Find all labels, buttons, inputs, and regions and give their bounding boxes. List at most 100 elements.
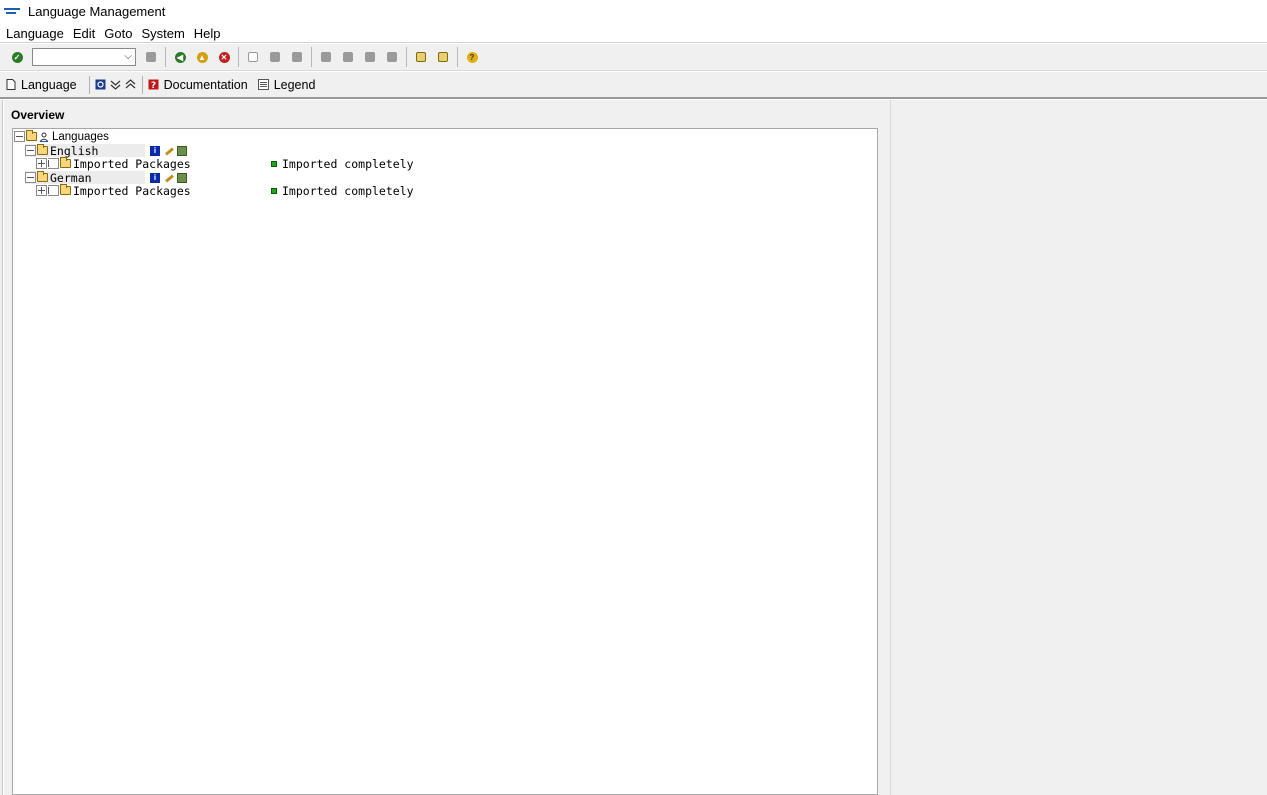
command-field[interactable]: ⌵ (32, 48, 136, 66)
details-icon[interactable] (177, 172, 187, 183)
language-name: German (50, 170, 92, 185)
title-bar: Language Management (0, 0, 1267, 23)
standard-toolbar: ✓ ⌵ ◀ ▲ ✕ ? (0, 44, 1267, 71)
previous-page-button[interactable] (339, 48, 357, 66)
chevron-down-icon: ⌵ (124, 51, 132, 62)
tree-node-english[interactable]: English (25, 144, 145, 158)
help-button[interactable]: ? (463, 48, 481, 66)
last-page-button[interactable] (383, 48, 401, 66)
cancel-button[interactable]: ✕ (215, 48, 233, 66)
right-panel (890, 100, 1267, 795)
info-icon[interactable]: i (150, 145, 160, 156)
status-ok-icon (271, 160, 277, 167)
enter-button[interactable]: ✓ (8, 48, 26, 66)
status-text: Imported completely (282, 156, 414, 171)
legend-icon (257, 79, 269, 90)
expand-all-icon (110, 79, 121, 90)
create-language-label: Language (21, 77, 77, 92)
find-icon (270, 52, 280, 62)
german-node-actions: i (150, 171, 187, 184)
new-document-icon (6, 79, 16, 90)
cancel-icon: ✕ (218, 51, 230, 63)
overview-title: Overview (11, 108, 65, 122)
edit-pencil-icon[interactable] (164, 146, 174, 156)
next-page-button[interactable] (361, 48, 379, 66)
toolbar-separator (406, 47, 407, 67)
new-session-icon (416, 52, 426, 62)
info-icon[interactable]: i (150, 172, 160, 183)
tree-node-german[interactable]: German (25, 170, 145, 185)
german-status: Imported completely (271, 184, 414, 198)
expand-icon[interactable] (36, 185, 47, 196)
left-frame-edge (0, 100, 3, 795)
details-icon[interactable] (177, 145, 187, 156)
toolbar-separator (311, 47, 312, 67)
first-page-icon (321, 52, 331, 62)
menu-help[interactable]: Help (194, 26, 221, 41)
menu-edit[interactable]: Edit (73, 26, 95, 41)
collapse-all-button[interactable] (125, 79, 136, 90)
menu-language[interactable]: Language (6, 26, 64, 41)
help-icon: ? (466, 51, 478, 63)
collapse-icon[interactable] (14, 131, 25, 142)
refresh-icon (95, 79, 106, 90)
edit-pencil-icon[interactable] (164, 173, 174, 183)
checkmark-icon: ✓ (11, 51, 23, 63)
documentation-label: Documentation (163, 77, 248, 92)
menu-system[interactable]: System (141, 26, 184, 41)
menu-goto[interactable]: Goto (104, 26, 132, 41)
collapse-all-icon (125, 79, 136, 90)
print-button[interactable] (244, 48, 262, 66)
tree-node-english-imported-packages[interactable]: Imported Packages (36, 156, 191, 171)
shortcut-button[interactable] (434, 48, 452, 66)
tree-node-languages[interactable]: Languages (14, 130, 109, 143)
shortcut-icon (438, 52, 448, 62)
tree-node-german-imported-packages[interactable]: Imported Packages (36, 183, 191, 198)
packages-label: Imported Packages (73, 156, 191, 171)
print-icon (248, 52, 258, 62)
packages-label: Imported Packages (73, 183, 191, 198)
legend-button[interactable]: Legend (257, 77, 316, 92)
save-icon (146, 52, 156, 62)
expand-icon[interactable] (36, 158, 47, 169)
create-language-button[interactable]: Language (6, 78, 77, 92)
find-next-button[interactable] (288, 48, 306, 66)
folder-open-icon (37, 144, 48, 155)
expand-all-button[interactable] (110, 79, 121, 90)
exit-icon: ▲ (196, 51, 208, 63)
toolbar-separator (88, 75, 90, 94)
previous-page-icon (343, 52, 353, 62)
new-session-button[interactable] (412, 48, 430, 66)
back-icon: ◀ (174, 51, 186, 63)
english-status: Imported completely (271, 156, 414, 171)
folder-open-icon (37, 171, 48, 182)
first-page-button[interactable] (317, 48, 335, 66)
find-button[interactable] (266, 48, 284, 66)
toolbar-separator (457, 47, 458, 67)
person-icon (39, 132, 49, 142)
legend-label: Legend (273, 77, 316, 92)
save-button[interactable] (142, 48, 160, 66)
toolbar-separator (238, 47, 239, 67)
collapse-icon[interactable] (25, 172, 36, 183)
folder-icon (60, 157, 71, 168)
folder-icon (60, 184, 71, 195)
status-ok-icon (271, 187, 277, 194)
collapse-icon[interactable] (25, 145, 36, 156)
next-page-icon (365, 52, 375, 62)
documentation-button[interactable]: ? Documentation (148, 78, 248, 92)
refresh-button[interactable] (95, 79, 106, 90)
find-next-icon (292, 52, 302, 62)
toolbar-separator (165, 47, 166, 67)
expand-icon-right (48, 158, 59, 169)
folder-open-icon (26, 130, 37, 141)
back-button[interactable]: ◀ (171, 48, 189, 66)
exit-button[interactable]: ▲ (193, 48, 211, 66)
toolbar-separator (141, 75, 143, 94)
last-page-icon (387, 52, 397, 62)
documentation-icon: ? (148, 79, 159, 90)
language-tree: Languages English i Imported Packages Im… (12, 128, 878, 795)
tree-node-label: Languages (52, 130, 109, 143)
sap-logo-icon (4, 7, 22, 17)
window-title: Language Management (28, 4, 166, 19)
